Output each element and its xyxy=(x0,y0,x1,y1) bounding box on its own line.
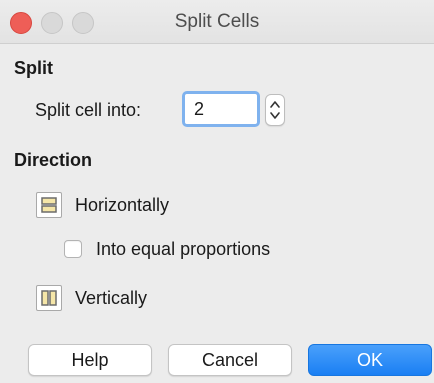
horizontally-label: Horizontally xyxy=(75,194,170,215)
cancel-button[interactable]: Cancel xyxy=(168,344,292,376)
equal-proportions-checkbox[interactable] xyxy=(64,240,82,258)
split-cell-label: Split cell into: xyxy=(35,100,142,120)
window-title: Split Cells xyxy=(174,11,260,32)
split-heading: Split xyxy=(14,58,53,78)
vertically-option[interactable]: Vertically xyxy=(36,283,147,313)
split-horizontal-icon-box[interactable] xyxy=(36,192,62,218)
split-vertical-icon xyxy=(41,290,57,306)
split-count-stepper[interactable] xyxy=(265,94,285,126)
ok-button[interactable]: OK xyxy=(308,344,432,376)
title-bar: Split Cells xyxy=(0,0,434,44)
horizontally-option[interactable]: Horizontally xyxy=(36,190,169,220)
equal-proportions-row[interactable]: Into equal proportions xyxy=(64,237,270,261)
split-vertical-icon-box[interactable] xyxy=(36,285,62,311)
equal-proportions-label: Into equal proportions xyxy=(96,238,271,259)
direction-heading: Direction xyxy=(14,150,93,170)
help-button[interactable]: Help xyxy=(28,344,152,376)
split-count-input[interactable] xyxy=(182,91,260,127)
vertically-label: Vertically xyxy=(75,287,148,308)
stepper-icon xyxy=(270,101,280,119)
split-horizontal-icon xyxy=(41,197,57,213)
